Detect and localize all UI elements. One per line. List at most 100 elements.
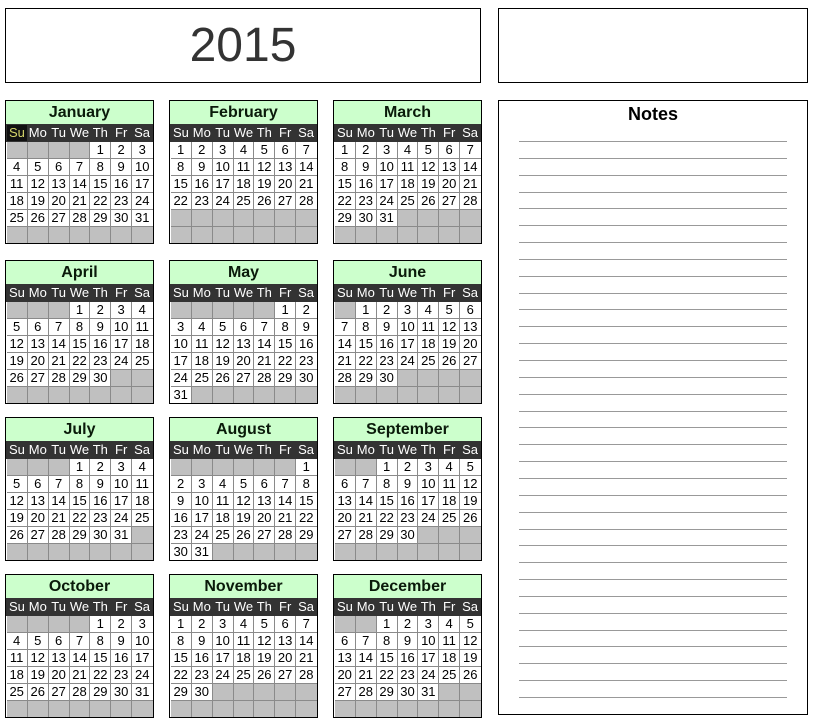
day-cell[interactable]: 21	[295, 649, 317, 667]
empty-day-cell[interactable]	[89, 226, 112, 243]
day-cell[interactable]: 14	[459, 158, 481, 176]
notes-line[interactable]	[519, 646, 787, 648]
day-cell[interactable]: 12	[26, 649, 49, 667]
day-cell[interactable]: 10	[170, 335, 192, 353]
day-cell[interactable]: 8	[89, 632, 112, 650]
day-cell[interactable]: 12	[26, 175, 49, 193]
day-cell[interactable]: 18	[131, 492, 153, 510]
empty-day-cell[interactable]	[170, 458, 192, 476]
notes-line[interactable]	[519, 461, 787, 463]
day-cell[interactable]: 18	[396, 175, 419, 193]
empty-day-cell[interactable]	[190, 458, 213, 476]
day-cell[interactable]: 26	[253, 192, 276, 210]
day-cell[interactable]: 10	[131, 632, 153, 650]
notes-line[interactable]	[519, 191, 787, 193]
day-cell[interactable]: 22	[375, 509, 398, 527]
day-cell[interactable]: 25	[6, 683, 28, 701]
day-cell[interactable]: 17	[417, 492, 440, 510]
weekday-label[interactable]: We	[396, 599, 419, 616]
day-cell[interactable]: 17	[417, 649, 440, 667]
day-cell[interactable]: 1	[89, 615, 112, 633]
day-cell[interactable]: 28	[334, 369, 356, 387]
day-cell[interactable]: 10	[417, 632, 440, 650]
day-cell[interactable]: 31	[131, 209, 153, 227]
day-cell[interactable]: 17	[110, 335, 133, 353]
weekday-label[interactable]: Sa	[131, 599, 153, 616]
empty-day-cell[interactable]	[459, 226, 481, 243]
day-cell[interactable]: 17	[211, 649, 234, 667]
month-name[interactable]: February	[170, 101, 317, 125]
day-cell[interactable]: 10	[417, 475, 440, 493]
day-cell[interactable]: 4	[6, 158, 28, 176]
day-cell[interactable]: 16	[295, 335, 317, 353]
empty-day-cell[interactable]	[89, 700, 112, 717]
day-cell[interactable]: 10	[211, 158, 234, 176]
day-cell[interactable]: 14	[68, 175, 91, 193]
day-cell[interactable]: 16	[110, 649, 133, 667]
weekday-label[interactable]: Tu	[375, 285, 398, 302]
notes-line[interactable]	[519, 225, 787, 227]
day-cell[interactable]: 27	[459, 352, 481, 370]
day-cell[interactable]: 3	[110, 301, 133, 319]
weekday-label[interactable]: Th	[417, 285, 440, 302]
weekday-label[interactable]: We	[68, 599, 91, 616]
day-cell[interactable]: 13	[232, 335, 255, 353]
day-cell[interactable]: 22	[89, 666, 112, 684]
weekday-label[interactable]: We	[232, 599, 255, 616]
empty-day-cell[interactable]	[417, 700, 440, 717]
day-cell[interactable]: 3	[417, 615, 440, 633]
empty-day-cell[interactable]	[354, 615, 377, 633]
day-cell[interactable]: 7	[295, 615, 317, 633]
empty-day-cell[interactable]	[110, 386, 133, 403]
day-cell[interactable]: 1	[295, 458, 317, 476]
day-cell[interactable]: 12	[438, 318, 461, 336]
weekday-label[interactable]: Tu	[375, 599, 398, 616]
day-cell[interactable]: 5	[417, 141, 440, 159]
day-cell[interactable]: 17	[396, 335, 419, 353]
day-cell[interactable]: 12	[459, 475, 481, 493]
weekday-label[interactable]: Fr	[110, 599, 133, 616]
day-cell[interactable]: 23	[190, 192, 213, 210]
day-cell[interactable]: 22	[354, 352, 377, 370]
day-cell[interactable]: 1	[68, 458, 91, 476]
day-cell[interactable]: 25	[396, 192, 419, 210]
empty-day-cell[interactable]	[354, 700, 377, 717]
day-cell[interactable]: 16	[170, 509, 192, 527]
weekday-label[interactable]: Fr	[274, 285, 297, 302]
day-cell[interactable]: 17	[190, 509, 213, 527]
day-cell[interactable]: 20	[26, 352, 49, 370]
empty-day-cell[interactable]	[68, 141, 91, 159]
day-cell[interactable]: 30	[375, 369, 398, 387]
weekday-label[interactable]: Su	[334, 599, 356, 616]
empty-day-cell[interactable]	[131, 526, 153, 544]
day-cell[interactable]: 7	[334, 318, 356, 336]
day-cell[interactable]: 20	[438, 175, 461, 193]
empty-day-cell[interactable]	[89, 543, 112, 560]
day-cell[interactable]: 26	[211, 369, 234, 387]
day-cell[interactable]: 29	[274, 369, 297, 387]
weekday-label[interactable]: Sa	[295, 285, 317, 302]
empty-day-cell[interactable]	[396, 543, 419, 560]
day-cell[interactable]: 26	[438, 352, 461, 370]
weekday-label[interactable]: Fr	[274, 599, 297, 616]
empty-day-cell[interactable]	[211, 543, 234, 560]
day-cell[interactable]: 14	[295, 158, 317, 176]
day-cell[interactable]: 9	[375, 318, 398, 336]
day-cell[interactable]: 26	[26, 209, 49, 227]
weekday-label[interactable]: Fr	[110, 285, 133, 302]
empty-day-cell[interactable]	[47, 301, 70, 319]
day-cell[interactable]: 27	[253, 526, 276, 544]
month-name[interactable]: August	[170, 418, 317, 442]
day-cell[interactable]: 29	[89, 209, 112, 227]
day-cell[interactable]: 5	[26, 632, 49, 650]
empty-day-cell[interactable]	[26, 700, 49, 717]
month-name[interactable]: May	[170, 261, 317, 285]
weekday-label[interactable]: Tu	[375, 442, 398, 459]
empty-day-cell[interactable]	[459, 369, 481, 387]
empty-day-cell[interactable]	[131, 369, 153, 387]
empty-day-cell[interactable]	[375, 226, 398, 243]
day-cell[interactable]: 25	[438, 666, 461, 684]
day-cell[interactable]: 18	[131, 335, 153, 353]
day-cell[interactable]: 7	[68, 158, 91, 176]
day-cell[interactable]: 8	[274, 318, 297, 336]
